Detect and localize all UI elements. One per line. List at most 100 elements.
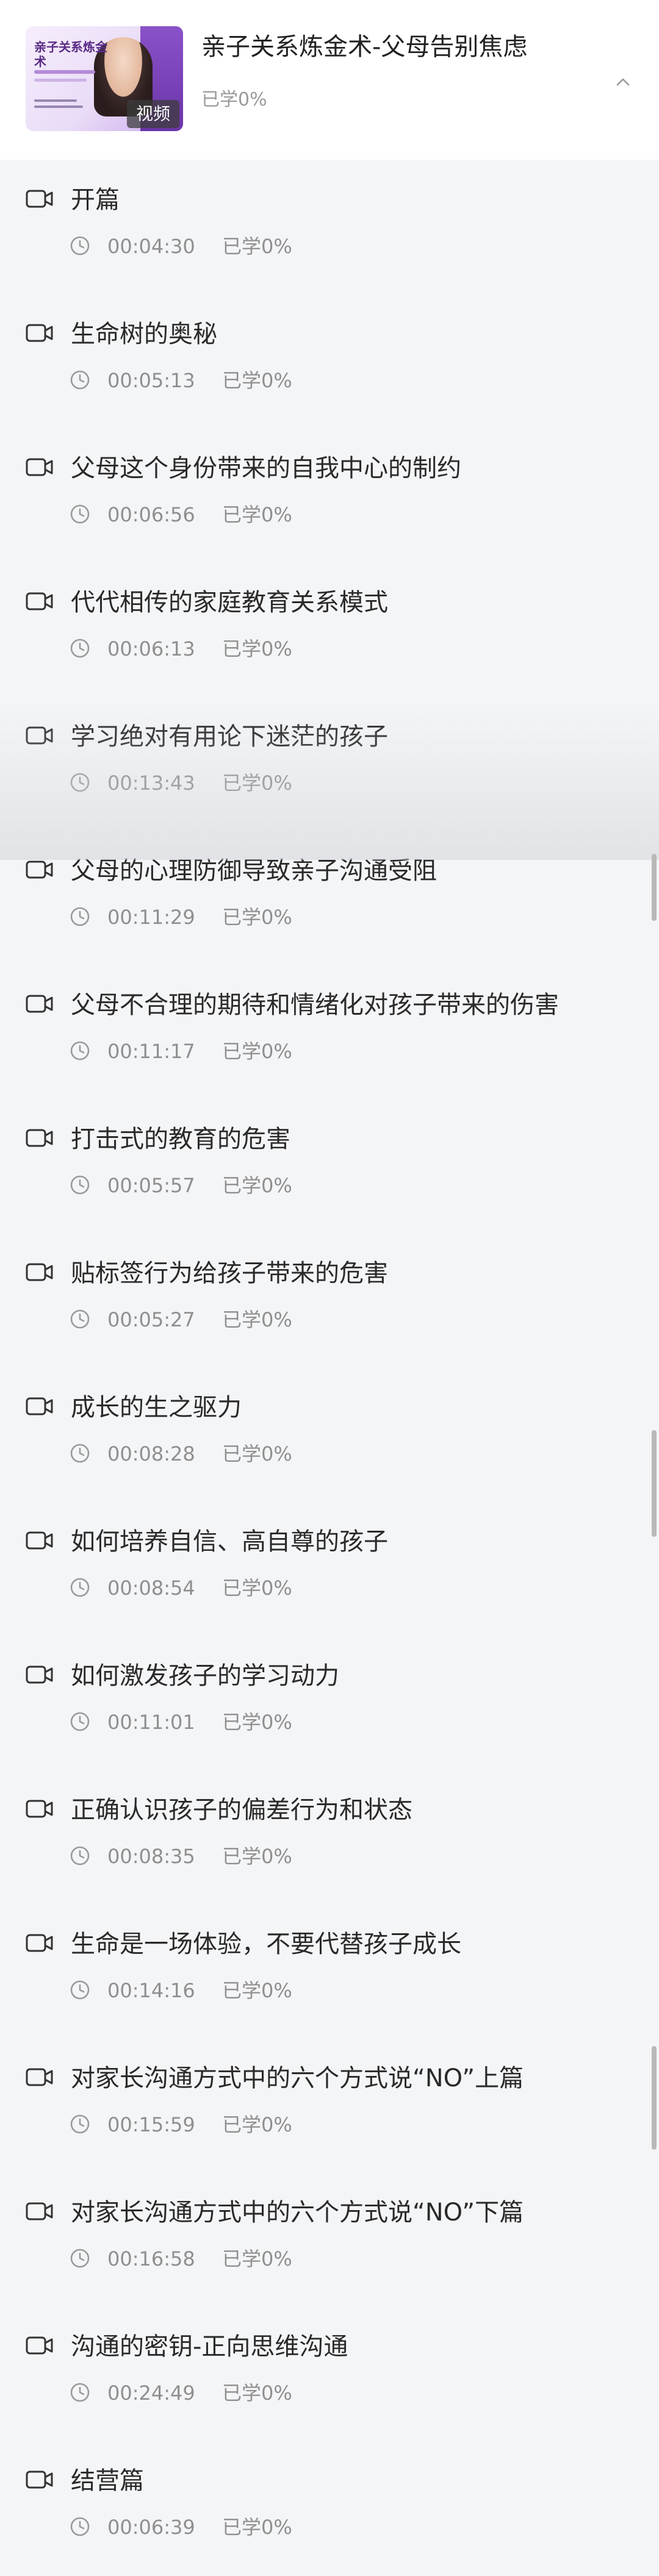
lesson-title: 如何培养自信、高自尊的孩子 <box>71 1528 388 1556</box>
lesson-progress: 已学0% <box>222 1174 292 1197</box>
clock-icon <box>70 1443 90 1464</box>
video-camera-icon <box>26 323 54 343</box>
lesson-duration: 00:13:43 <box>107 771 195 795</box>
course-title: 亲子关系炼金术-父母告别焦虑 <box>201 33 528 61</box>
cover-detail-line <box>34 106 83 108</box>
lesson-progress: 已学0% <box>222 2113 292 2136</box>
clock-icon <box>70 1040 90 1061</box>
lesson-item[interactable]: 对家长沟通方式中的六个方式说“NO”上篇 00:15:59 已学0% <box>0 2038 659 2172</box>
lesson-item[interactable]: 生命树的奥秘 00:05:13 已学0% <box>0 294 659 428</box>
lesson-title: 生命树的奥秘 <box>71 320 217 348</box>
lesson-item[interactable]: 学习绝对有用论下迷茫的孩子 00:13:43 已学0% <box>0 696 659 831</box>
lesson-progress: 已学0% <box>222 369 292 392</box>
clock-icon <box>70 1309 90 1329</box>
lesson-title: 学习绝对有用论下迷茫的孩子 <box>71 723 388 751</box>
lesson-progress: 已学0% <box>222 1040 292 1063</box>
video-camera-icon <box>26 2470 54 2489</box>
lesson-title: 如何激发孩子的学习动力 <box>71 1662 339 1690</box>
lesson-duration: 00:14:16 <box>107 1979 195 2002</box>
lesson-title: 对家长沟通方式中的六个方式说“NO”下篇 <box>71 2199 524 2227</box>
lesson-duration: 00:05:13 <box>107 369 195 392</box>
lesson-progress: 已学0% <box>222 235 292 258</box>
lesson-progress: 已学0% <box>222 1711 292 1734</box>
lesson-duration: 00:15:59 <box>107 2113 195 2136</box>
lesson-title: 父母的心理防御导致亲子沟通受阻 <box>71 857 437 885</box>
lesson-title: 成长的生之驱力 <box>71 1394 242 1422</box>
lesson-item[interactable]: 生命是一场体验，不要代替孩子成长 00:14:16 已学0% <box>0 1904 659 2038</box>
lesson-item[interactable]: 沟通的密钥-正向思维沟通 00:24:49 已学0% <box>0 2306 659 2441</box>
course-progress: 已学0% <box>201 89 267 110</box>
scrollbar-thumb[interactable] <box>652 1430 657 1537</box>
course-header: 亲子关系炼金术 视频 亲子关系炼金术-父母告别焦虑 已学0% <box>0 0 659 160</box>
video-camera-icon <box>26 2202 54 2221</box>
video-camera-icon <box>26 457 54 477</box>
lesson-item[interactable]: 正确认识孩子的偏差行为和状态 00:08:35 已学0% <box>0 1770 659 1904</box>
clock-icon <box>70 1980 90 2000</box>
lesson-duration: 00:11:29 <box>107 906 195 929</box>
clock-icon <box>70 2114 90 2134</box>
lesson-progress: 已学0% <box>222 1442 292 1465</box>
scrollbar-thumb[interactable] <box>652 854 657 921</box>
lesson-title: 代代相传的家庭教育关系模式 <box>71 589 388 617</box>
cover-title-text: 亲子关系炼金术 <box>34 40 107 69</box>
lesson-title: 生命是一场体验，不要代替孩子成长 <box>71 1930 461 1958</box>
scrollbar-thumb[interactable] <box>652 2046 657 2150</box>
clock-icon <box>70 1845 90 1866</box>
video-camera-icon <box>26 1128 54 1148</box>
lesson-item[interactable]: 如何激发孩子的学习动力 00:11:01 已学0% <box>0 1636 659 1770</box>
lesson-duration: 00:05:57 <box>107 1174 195 1197</box>
lesson-duration: 00:06:39 <box>107 2516 195 2539</box>
video-camera-icon <box>26 860 54 879</box>
lesson-title: 沟通的密钥-正向思维沟通 <box>71 2333 348 2361</box>
lesson-item[interactable]: 对家长沟通方式中的六个方式说“NO”下篇 00:16:58 已学0% <box>0 2172 659 2306</box>
video-badge: 视频 <box>127 100 179 128</box>
lesson-item[interactable]: 打击式的教育的危害 00:05:57 已学0% <box>0 1099 659 1233</box>
clock-icon <box>70 1175 90 1195</box>
lesson-progress: 已学0% <box>222 1979 292 2002</box>
lesson-duration: 00:08:28 <box>107 1442 195 1465</box>
lesson-item[interactable]: 结营篇 00:06:39 已学0% <box>0 2441 659 2575</box>
lesson-title: 结营篇 <box>71 2467 144 2495</box>
clock-icon <box>70 772 90 793</box>
lesson-duration: 00:06:56 <box>107 503 195 526</box>
lesson-item[interactable]: 父母不合理的期待和情绪化对孩子带来的伤害 00:11:17 已学0% <box>0 965 659 1099</box>
video-camera-icon <box>26 994 54 1014</box>
lesson-item[interactable]: 如何培养自信、高自尊的孩子 00:08:54 已学0% <box>0 1501 659 1636</box>
clock-icon <box>70 2382 90 2403</box>
video-camera-icon <box>26 2067 54 2087</box>
lesson-title: 父母不合理的期待和情绪化对孩子带来的伤害 <box>71 991 559 1019</box>
lesson-progress: 已学0% <box>222 1845 292 1868</box>
lesson-duration: 00:11:01 <box>107 1711 195 1734</box>
cover-subtitle-line <box>34 79 87 82</box>
clock-icon <box>70 235 90 256</box>
lesson-progress: 已学0% <box>222 637 292 660</box>
lesson-list: 开篇 00:04:30 已学0% 生命树的奥秘 00:05:13 已学0% 父母这个身份带来… <box>0 160 659 2575</box>
lesson-item[interactable]: 代代相传的家庭教育关系模式 00:06:13 已学0% <box>0 562 659 696</box>
clock-icon <box>70 2516 90 2537</box>
lesson-title: 贴标签行为给孩子带来的危害 <box>71 1259 388 1287</box>
lesson-progress: 已学0% <box>222 906 292 929</box>
lesson-title: 对家长沟通方式中的六个方式说“NO”上篇 <box>71 2064 524 2092</box>
lesson-progress: 已学0% <box>222 2516 292 2539</box>
chevron-up-icon[interactable] <box>614 73 632 91</box>
lesson-duration: 00:04:30 <box>107 235 195 258</box>
lesson-item[interactable]: 父母这个身份带来的自我中心的制约 00:06:56 已学0% <box>0 428 659 562</box>
lesson-duration: 00:11:17 <box>107 1040 195 1063</box>
lesson-progress: 已学0% <box>222 1308 292 1331</box>
clock-icon <box>70 1711 90 1732</box>
lesson-progress: 已学0% <box>222 2381 292 2405</box>
video-camera-icon <box>26 592 54 611</box>
clock-icon <box>70 2248 90 2269</box>
video-camera-icon <box>26 189 54 209</box>
lesson-item[interactable]: 开篇 00:04:30 已学0% <box>0 160 659 294</box>
clock-icon <box>70 638 90 659</box>
lesson-progress: 已学0% <box>222 771 292 795</box>
lesson-title: 开篇 <box>71 186 120 214</box>
video-camera-icon <box>26 1262 54 1282</box>
lesson-item[interactable]: 贴标签行为给孩子带来的危害 00:05:27 已学0% <box>0 1233 659 1367</box>
clock-icon <box>70 370 90 390</box>
lesson-item[interactable]: 成长的生之驱力 00:08:28 已学0% <box>0 1367 659 1501</box>
lesson-item[interactable]: 父母的心理防御导致亲子沟通受阻 00:11:29 已学0% <box>0 831 659 965</box>
lesson-title: 正确认识孩子的偏差行为和状态 <box>71 1796 412 1824</box>
clock-icon <box>70 906 90 927</box>
